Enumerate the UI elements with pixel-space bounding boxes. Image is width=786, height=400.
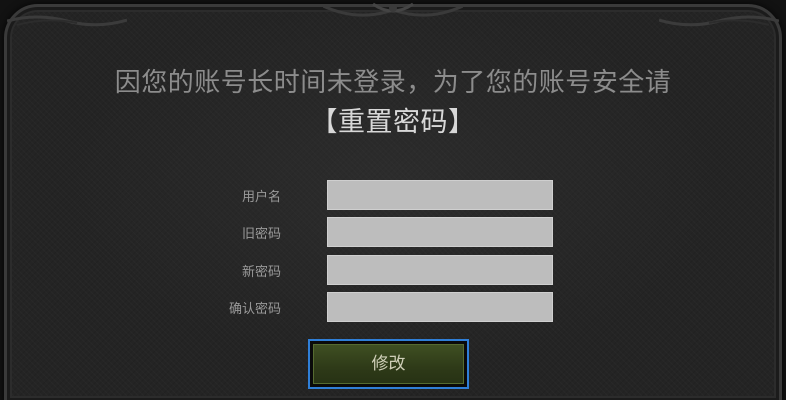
- old-password-row: 旧密码: [0, 217, 786, 247]
- new-password-label: 新密码: [241, 265, 281, 280]
- confirm-password-input[interactable]: [327, 292, 553, 322]
- old-password-label: 旧密码: [241, 227, 281, 242]
- username-input[interactable]: [327, 180, 553, 210]
- corner-ornament-left: [7, 15, 127, 27]
- page-title: 【重置密码】: [310, 107, 476, 138]
- username-row: 用户名: [0, 180, 786, 210]
- confirm-password-row: 确认密码: [0, 292, 786, 322]
- top-center-ornament: [323, 2, 463, 17]
- confirm-password-label: 确认密码: [228, 302, 281, 317]
- username-label: 用户名: [241, 190, 281, 205]
- corner-ornament-right: [659, 15, 779, 27]
- reset-password-window: 因您的账号长时间未登录，为了您的账号安全请 【重置密码】 用户名 旧密码 新密码…: [0, 0, 786, 400]
- notice-text: 因您的账号长时间未登录，为了您的账号安全请: [114, 68, 672, 98]
- new-password-row: 新密码: [0, 255, 786, 285]
- submit-focus-ring: 修改: [308, 339, 469, 389]
- submit-button[interactable]: 修改: [313, 344, 464, 384]
- old-password-input[interactable]: [327, 217, 553, 247]
- new-password-input[interactable]: [327, 255, 553, 285]
